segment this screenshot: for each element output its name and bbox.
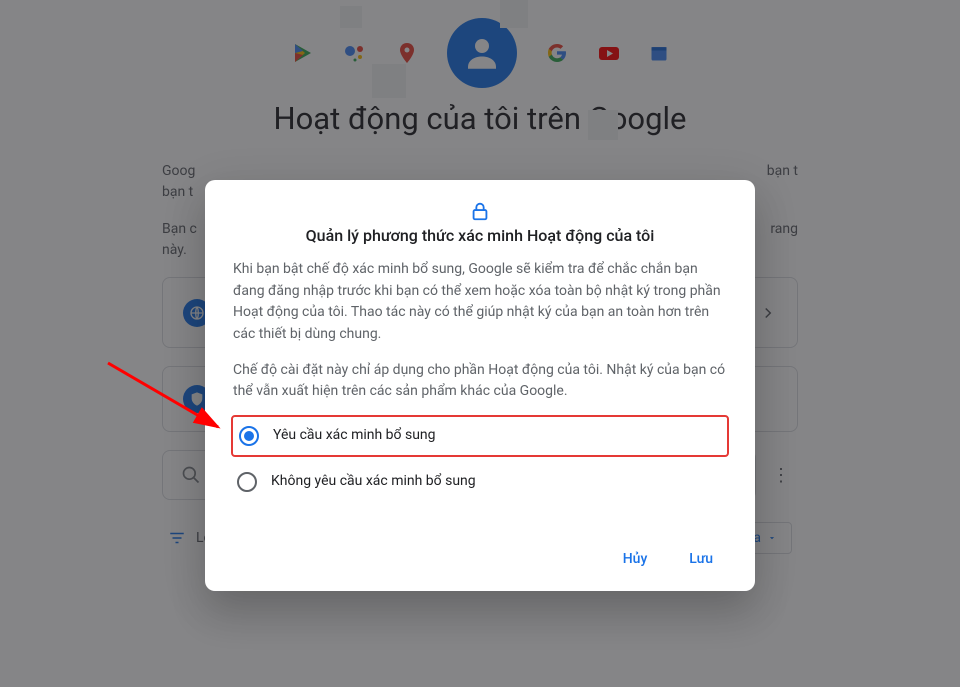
cancel-button[interactable]: Hủy xyxy=(619,545,652,573)
radio-label: Không yêu cầu xác minh bổ sung xyxy=(271,471,476,493)
lock-icon xyxy=(469,200,491,222)
radio-option-no-verification[interactable]: Không yêu cầu xác minh bổ sung xyxy=(233,461,727,503)
dialog-paragraph-1: Khi bạn bật chế độ xác minh bổ sung, Goo… xyxy=(233,259,727,346)
radio-option-require-verification[interactable]: Yêu cầu xác minh bổ sung xyxy=(233,417,727,455)
dialog-paragraph-2: Chế độ cài đặt này chỉ áp dụng cho phần … xyxy=(233,360,727,403)
radio-icon xyxy=(237,472,257,492)
save-button[interactable]: Lưu xyxy=(685,545,717,573)
radio-group: Yêu cầu xác minh bổ sung Không yêu cầu x… xyxy=(233,417,727,502)
radio-label: Yêu cầu xác minh bổ sung xyxy=(273,425,436,447)
dialog-actions: Hủy Lưu xyxy=(233,545,727,573)
verification-dialog: Quản lý phương thức xác minh Hoạt động c… xyxy=(205,180,755,591)
radio-icon xyxy=(239,426,259,446)
dialog-title: Quản lý phương thức xác minh Hoạt động c… xyxy=(233,226,727,245)
